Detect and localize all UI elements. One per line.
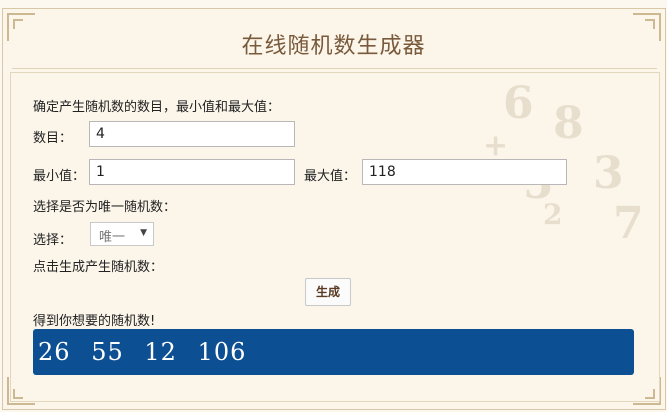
generate-prompt: 点击生成产生随机数： xyxy=(33,260,164,275)
count-input[interactable] xyxy=(89,121,295,147)
page-title: 在线随机数生成器 xyxy=(241,34,426,59)
intro-text: 确定产生随机数的数目，最小值和最大值： xyxy=(33,100,281,115)
count-label: 数目： xyxy=(33,131,73,146)
unique-select[interactable]: 唯一 ▼ xyxy=(90,222,154,246)
max-label: 最大值： xyxy=(304,169,357,184)
result-display: 26 55 12 106 xyxy=(33,329,634,375)
result-label: 得到你想要的随机数! xyxy=(33,314,156,329)
result-number: 55 xyxy=(91,338,124,366)
unique-prompt: 选择是否为唯一随机数： xyxy=(33,200,177,215)
min-label: 最小值： xyxy=(33,169,86,184)
max-input[interactable] xyxy=(362,159,567,185)
unique-select-value: 唯一 xyxy=(99,230,126,245)
title-divider xyxy=(12,68,657,69)
select-label: 选择： xyxy=(33,233,73,248)
generate-button[interactable]: 生成 xyxy=(305,278,351,306)
result-number: 106 xyxy=(197,338,247,366)
chevron-down-icon: ▼ xyxy=(140,228,147,238)
result-number: 12 xyxy=(144,338,177,366)
min-input[interactable] xyxy=(89,159,295,185)
result-number: 26 xyxy=(38,338,71,366)
